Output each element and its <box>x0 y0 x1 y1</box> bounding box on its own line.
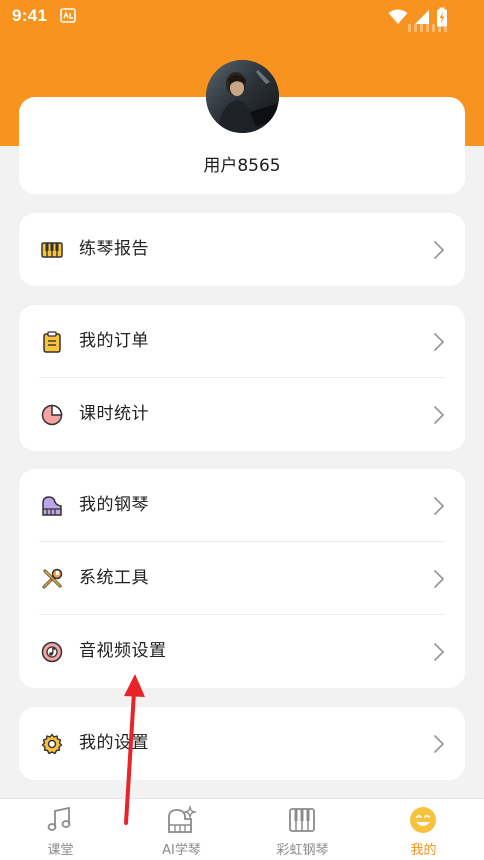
tab-label: 课堂 <box>47 843 74 858</box>
menu-item-label: 我的设置 <box>79 733 149 753</box>
practice-report-card: 练琴报告 <box>19 213 465 286</box>
piano-keys-icon <box>286 805 318 835</box>
status-bar: 9:41 <box>0 0 484 32</box>
wrench-screwdriver-icon <box>41 568 63 590</box>
piano-tools-card: 我的钢琴 系统工具 音视频设置 <box>19 469 465 688</box>
faded-status-text <box>408 24 450 32</box>
chevron-right-icon <box>433 569 445 589</box>
gear-icon <box>41 733 63 755</box>
chevron-right-icon <box>433 332 445 352</box>
chevron-right-icon <box>433 496 445 516</box>
menu-item-label: 练琴报告 <box>79 239 149 259</box>
chevron-right-icon <box>433 642 445 662</box>
menu-item-label: 我的钢琴 <box>79 495 149 515</box>
menu-item-practice-report[interactable]: 练琴报告 <box>19 213 465 286</box>
tab-label: AI学琴 <box>162 843 201 858</box>
chevron-right-icon <box>433 734 445 754</box>
avatar[interactable] <box>206 60 279 133</box>
menu-item-label: 我的订单 <box>79 331 149 351</box>
menu-item-my-orders[interactable]: 我的订单 <box>19 305 465 378</box>
notification-icon <box>60 8 76 27</box>
menu-item-label: 音视频设置 <box>79 641 167 661</box>
tab-label: 彩虹钢琴 <box>276 843 329 858</box>
menu-item-system-tools[interactable]: 系统工具 <box>19 542 465 615</box>
clipboard-icon <box>41 331 63 353</box>
chevron-right-icon <box>433 240 445 260</box>
menu-item-av-settings[interactable]: 音视频设置 <box>19 615 465 688</box>
bottom-tab-bar: 课堂 AI学琴 彩虹钢琴 我的 <box>0 798 484 860</box>
ai-piano-icon <box>165 805 197 835</box>
menu-item-class-stats[interactable]: 课时统计 <box>19 378 465 451</box>
username: 用户8565 <box>203 156 281 176</box>
grand-piano-icon <box>41 495 63 517</box>
menu-item-my-settings[interactable]: 我的设置 <box>19 707 465 780</box>
orders-stats-card: 我的订单 课时统计 <box>19 305 465 451</box>
disc-music-icon <box>41 641 63 663</box>
menu-item-label: 课时统计 <box>79 404 149 424</box>
music-note-icon <box>44 805 76 835</box>
menu-item-my-piano[interactable]: 我的钢琴 <box>19 469 465 542</box>
status-time: 9:41 <box>12 6 48 25</box>
smiley-icon <box>407 805 439 835</box>
menu-item-label: 系统工具 <box>79 568 149 588</box>
tab-label: 我的 <box>410 843 437 858</box>
tab-mine[interactable]: 我的 <box>363 799 484 860</box>
settings-card: 我的设置 <box>19 707 465 780</box>
pie-chart-icon <box>41 404 63 426</box>
piano-keyboard-icon <box>41 239 63 261</box>
tab-ai-piano[interactable]: AI学琴 <box>121 799 242 860</box>
tab-classroom[interactable]: 课堂 <box>0 799 121 860</box>
wifi-icon <box>388 9 408 29</box>
chevron-right-icon <box>433 405 445 425</box>
tab-rainbow-piano[interactable]: 彩虹钢琴 <box>242 799 363 860</box>
